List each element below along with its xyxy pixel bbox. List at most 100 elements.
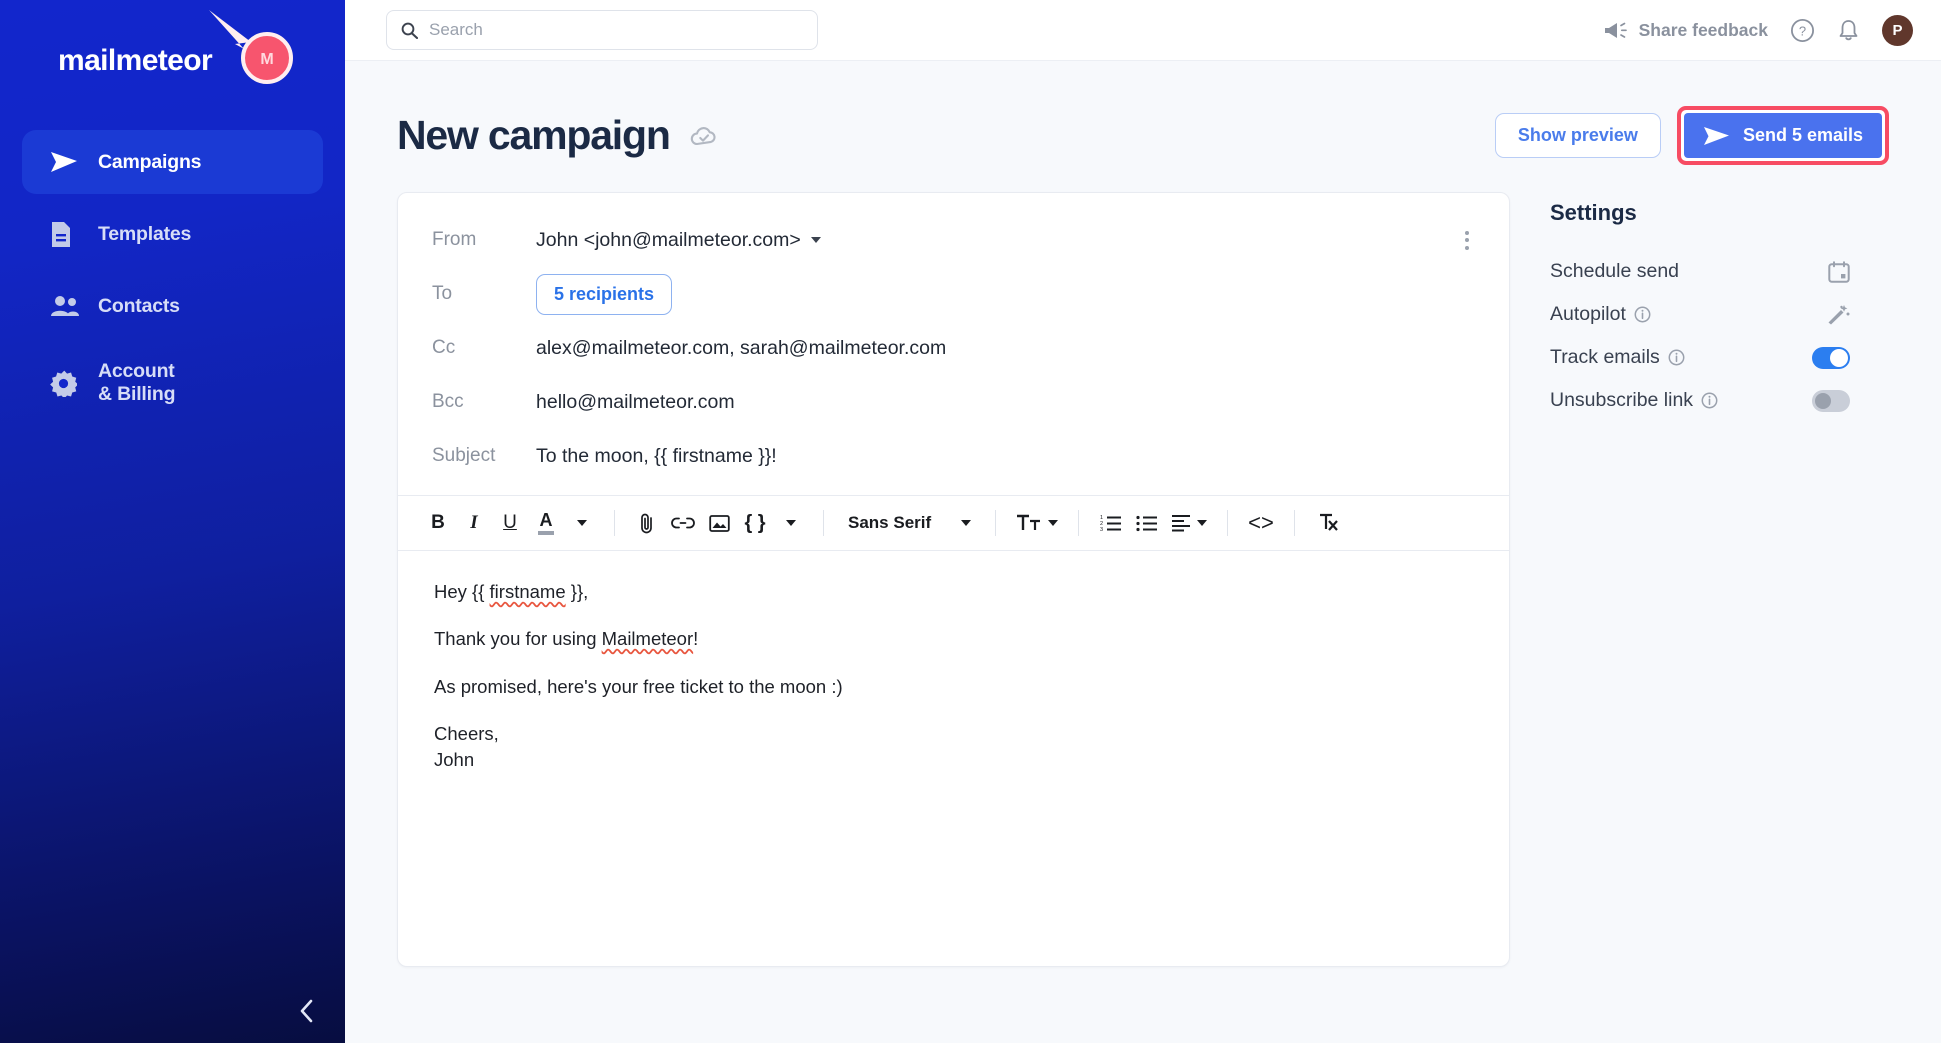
sidebar-item-contacts[interactable]: Contacts: [22, 274, 323, 338]
sidebar-item-label: Templates: [98, 222, 192, 245]
toolbar-divider: [1227, 510, 1229, 536]
sidebar-item-label: Campaigns: [98, 150, 202, 173]
font-family-selector[interactable]: Sans Serif: [840, 513, 979, 533]
svg-text:M: M: [260, 51, 273, 68]
sidebar-collapse-button[interactable]: [0, 979, 345, 1043]
merge-field-button[interactable]: { }: [739, 506, 771, 540]
document-icon: [50, 221, 84, 248]
vertical-dots-icon[interactable]: [1459, 225, 1475, 256]
italic-button[interactable]: I: [458, 506, 490, 540]
field-row-to: To 5 recipients: [398, 267, 1509, 321]
track-emails-toggle[interactable]: [1812, 346, 1850, 369]
clear-formatting-icon[interactable]: [1311, 506, 1343, 540]
show-preview-button[interactable]: Show preview: [1494, 113, 1661, 158]
toolbar-divider: [614, 510, 615, 536]
field-row-from: From John <john@mailmeteor.com>: [398, 213, 1509, 267]
sidebar-item-label: Contacts: [98, 294, 180, 317]
megaphone-icon: [1604, 22, 1627, 38]
text-color-dropdown[interactable]: [566, 506, 598, 540]
link-icon[interactable]: [667, 506, 699, 540]
from-selector[interactable]: John <john@mailmeteor.com>: [536, 229, 821, 252]
info-icon[interactable]: [1634, 306, 1651, 323]
editor-toolbar: B I U A {} Sans Serif 1 2 3 <>: [398, 495, 1509, 551]
send-button-highlight: Send 5 emails: [1676, 106, 1889, 165]
topbar-actions: Share feedback ? P: [1604, 14, 1913, 46]
page-header-actions: Show preview Send 5 emails: [1494, 106, 1889, 165]
unsubscribe-link-toggle[interactable]: [1812, 389, 1850, 412]
merge-field-dropdown[interactable]: [775, 506, 807, 540]
show-preview-label: Show preview: [1517, 125, 1638, 145]
content-columns: From John <john@mailmeteor.com> To 5 rec…: [345, 165, 1941, 967]
subject-value[interactable]: To the moon, {{ firstname }}!: [536, 445, 777, 468]
avatar-initial: P: [1892, 21, 1903, 39]
font-size-button[interactable]: [1012, 506, 1062, 540]
font-family-label: Sans Serif: [848, 513, 932, 532]
chevron-left-icon: [300, 999, 313, 1023]
share-feedback-button[interactable]: Share feedback: [1604, 20, 1768, 41]
text-color-letter: A: [539, 510, 553, 530]
brand-logo[interactable]: mailmeteor M: [0, 0, 345, 122]
setting-label: Track emails: [1550, 346, 1685, 369]
info-icon[interactable]: [1701, 392, 1718, 409]
avatar[interactable]: P: [1882, 14, 1913, 46]
gear-icon: [50, 370, 84, 397]
autopilot-button[interactable]: [1826, 304, 1850, 326]
toolbar-divider: [1078, 510, 1080, 536]
people-icon: [50, 295, 84, 317]
setting-row-unsubscribe-link: Unsubscribe link: [1550, 379, 1850, 422]
field-row-subject: Subject To the moon, {{ firstname }}!: [398, 429, 1509, 483]
numbered-list-icon[interactable]: 123: [1095, 506, 1127, 540]
setting-row-track-emails: Track emails: [1550, 336, 1850, 379]
field-label-to: To: [432, 283, 453, 304]
bulleted-list-icon[interactable]: [1131, 506, 1163, 540]
sidebar-item-account-billing[interactable]: Account & Billing: [22, 346, 323, 420]
toolbar-divider: [1293, 510, 1295, 536]
cloud-check-icon: [690, 125, 718, 147]
schedule-send-button[interactable]: [1828, 260, 1850, 283]
main-area: Search Share feedback ? P New campaign S…: [345, 0, 1941, 1043]
image-icon[interactable]: [703, 506, 735, 540]
setting-label: Schedule send: [1550, 260, 1680, 282]
toolbar-divider: [995, 510, 997, 536]
bcc-value[interactable]: hello@mailmeteor.com: [536, 391, 735, 414]
email-body[interactable]: Hey {{ firstname }}, Thank you for using…: [398, 551, 1509, 966]
search-input[interactable]: Search: [386, 10, 818, 50]
info-icon[interactable]: [1668, 349, 1685, 366]
cc-value[interactable]: alex@mailmeteor.com, sarah@mailmeteor.co…: [536, 337, 946, 360]
send-icon: [1703, 126, 1729, 145]
send-icon: [50, 151, 84, 173]
compose-card: From John <john@mailmeteor.com> To 5 rec…: [397, 192, 1510, 967]
bell-icon[interactable]: [1837, 18, 1860, 43]
send-emails-button[interactable]: Send 5 emails: [1683, 113, 1882, 158]
bold-button[interactable]: B: [422, 506, 454, 540]
recipients-chip[interactable]: 5 recipients: [536, 273, 673, 315]
magic-wand-icon: [1828, 304, 1850, 324]
settings-panel: Settings Schedule send Autopilot Track e…: [1550, 192, 1850, 422]
comet-icon: M: [209, 10, 293, 84]
chevron-down-icon: [810, 237, 821, 243]
svg-text:3: 3: [1100, 527, 1103, 532]
underline-button[interactable]: U: [494, 506, 526, 540]
search-icon: [401, 22, 418, 39]
topbar: Search Share feedback ? P: [345, 0, 1941, 61]
code-icon[interactable]: <>: [1244, 506, 1278, 540]
app-root: mailmeteor M Campaigns Templates Contact…: [0, 0, 1941, 1043]
question-circle-icon[interactable]: ?: [1790, 18, 1815, 43]
align-left-icon[interactable]: [1167, 506, 1211, 540]
text-color-button[interactable]: A: [530, 506, 562, 540]
setting-label: Unsubscribe link: [1550, 389, 1718, 412]
from-value: John <john@mailmeteor.com>: [536, 228, 801, 251]
sidebar-item-templates[interactable]: Templates: [22, 202, 323, 266]
spellcheck-word: firstname: [489, 581, 566, 602]
body-line-5: John: [434, 749, 475, 771]
field-label-from: From: [432, 229, 477, 250]
sidebar-item-label: Account & Billing: [98, 360, 176, 405]
sidebar-item-campaigns[interactable]: Campaigns: [22, 130, 323, 194]
sidebar-nav: Campaigns Templates Contacts Account & Bi…: [0, 130, 345, 420]
calendar-icon: [1828, 260, 1850, 283]
svg-text:?: ?: [1799, 23, 1806, 38]
body-line-1: Hey {{ firstname }},: [434, 581, 589, 602]
paperclip-icon[interactable]: [631, 506, 663, 540]
body-line-4: Cheers,: [434, 722, 499, 744]
page-title: New campaign: [397, 112, 671, 158]
